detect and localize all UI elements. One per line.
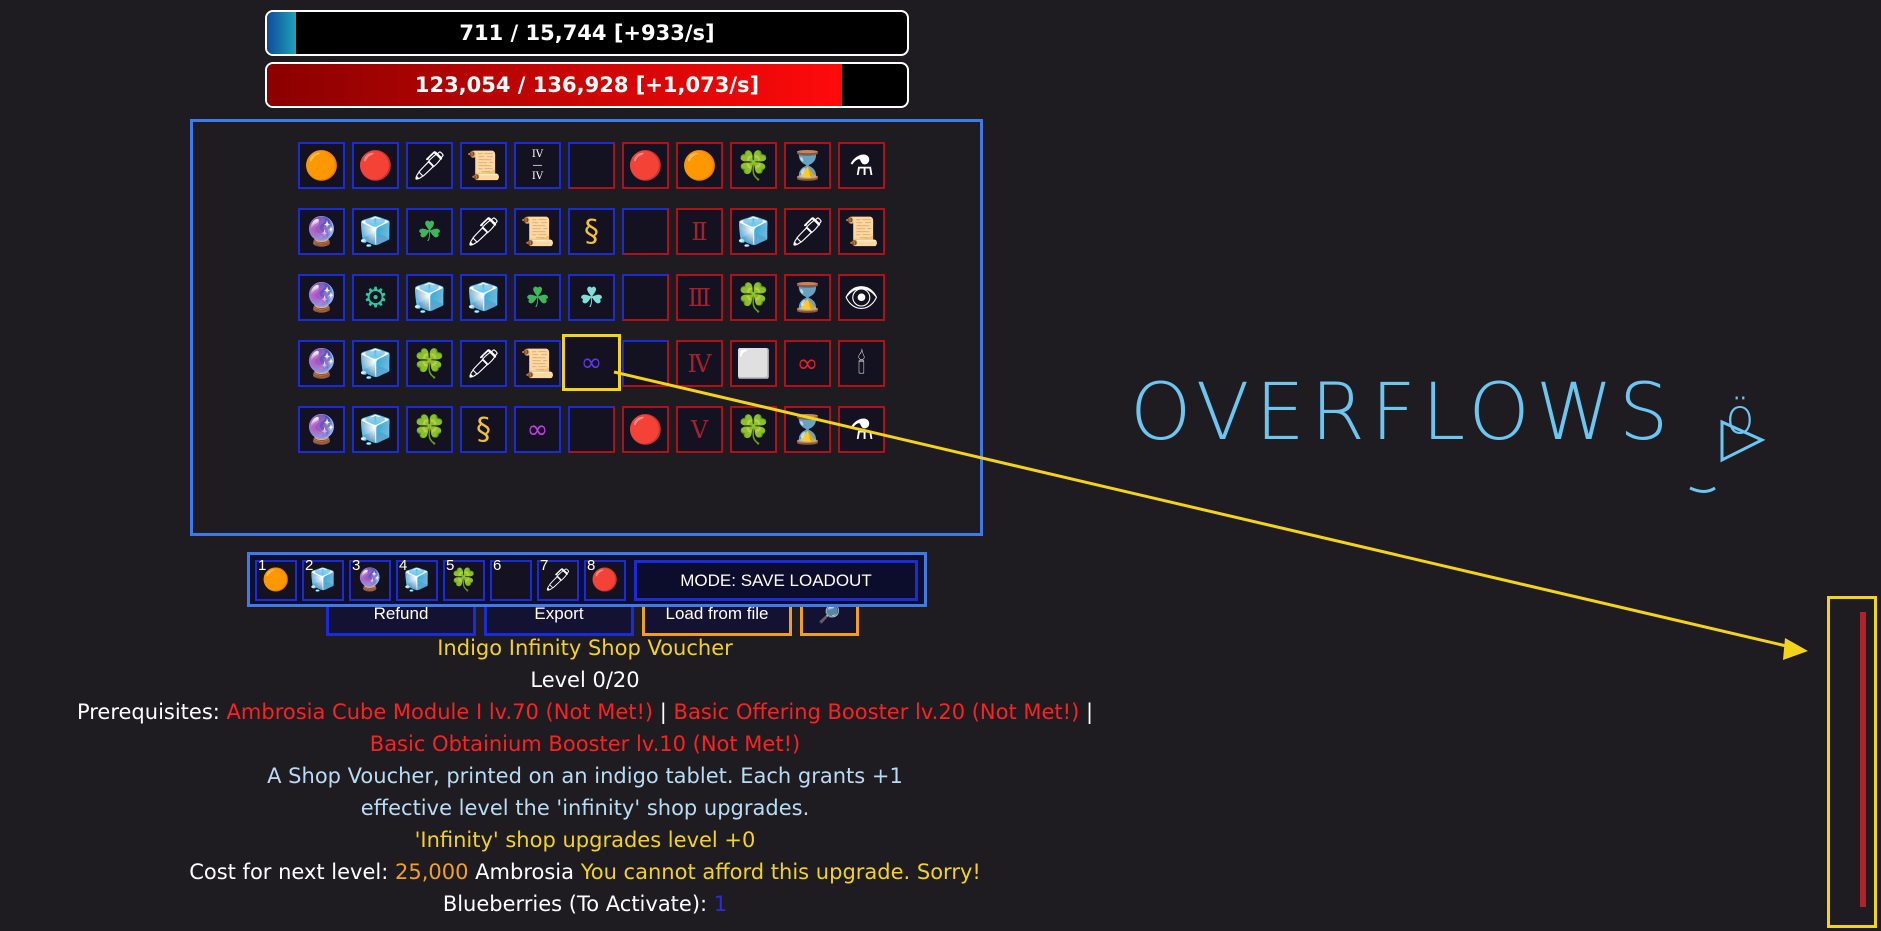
annotation-arrow-head: [1783, 638, 1808, 660]
overflow-scrollbar[interactable]: [1860, 612, 1866, 907]
overflow-annotation-text: OVERFLOWS: [1130, 368, 1675, 458]
overflow-annotation: OVERFLOWS ö: [1130, 368, 1755, 458]
overflow-annotation-doodle: ö: [1725, 389, 1761, 445]
annotation-layer: [613, 370, 1808, 660]
overflow-highlight-box: [1827, 596, 1877, 928]
